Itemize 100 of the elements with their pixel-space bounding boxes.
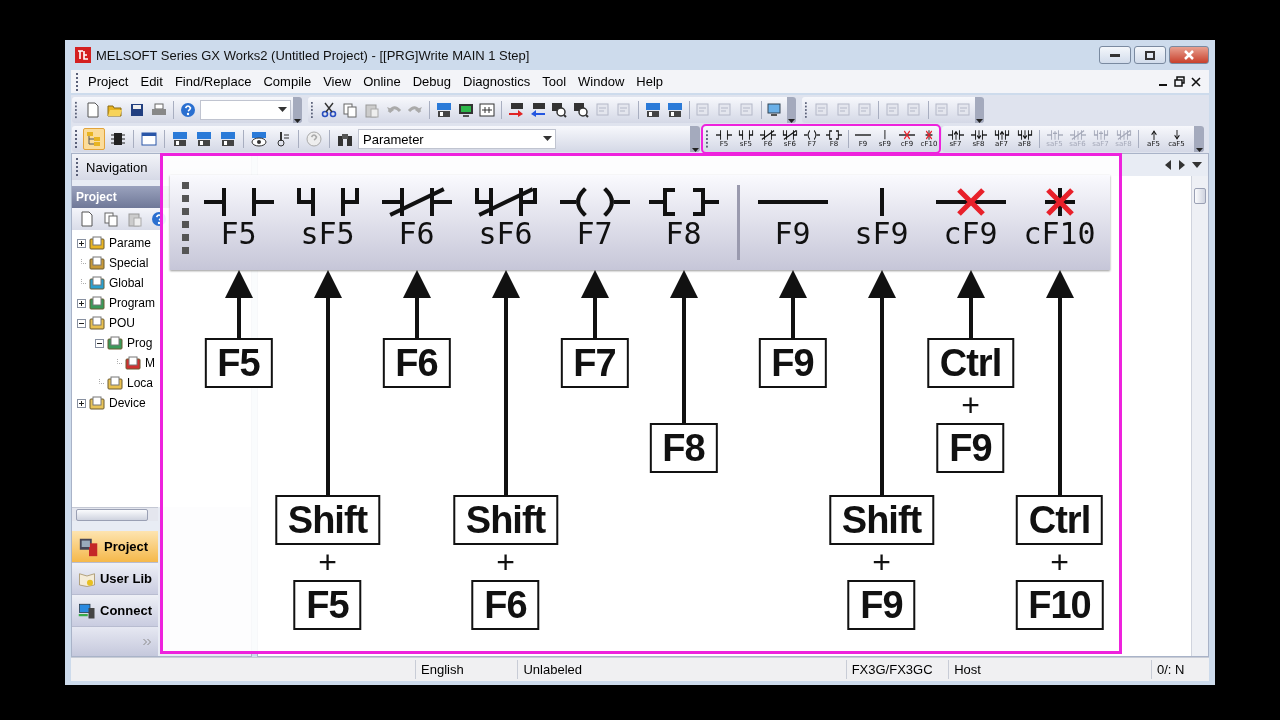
- tree-item[interactable]: Device: [108, 396, 147, 410]
- window-icon[interactable]: [141, 131, 157, 147]
- branch-up-icon: [993, 130, 1010, 140]
- restore-icon[interactable]: [1174, 76, 1185, 87]
- key-cap: F5: [293, 580, 362, 630]
- magnifier-icon[interactable]: [551, 102, 568, 118]
- new-file-icon[interactable]: [84, 102, 101, 118]
- key-cap: F9: [758, 338, 827, 388]
- tree-item[interactable]: Special: [108, 256, 150, 270]
- toolbar-grip[interactable]: [75, 129, 78, 149]
- device-icon[interactable]: [220, 131, 236, 147]
- tree-item[interactable]: Parame: [108, 236, 153, 250]
- minimize-button[interactable]: [1099, 46, 1131, 64]
- overflow-button[interactable]: [787, 97, 797, 123]
- menu-item[interactable]: Window: [572, 72, 631, 91]
- tree-item[interactable]: Program: [108, 296, 156, 310]
- monitor-icon[interactable]: [767, 102, 784, 118]
- overflow-button[interactable]: [292, 97, 302, 123]
- expand-icon[interactable]: [77, 398, 86, 408]
- minimize-icon[interactable]: [1110, 53, 1120, 57]
- menu-item[interactable]: Debug: [406, 72, 457, 91]
- monitor-icon[interactable]: [457, 102, 474, 118]
- dropdown-field[interactable]: [199, 100, 291, 120]
- view-button[interactable]: Connect: [72, 595, 158, 627]
- shortcut-label: F9: [774, 217, 811, 251]
- collapse-icon[interactable]: [95, 338, 104, 348]
- dropdown-arrow-icon[interactable]: [277, 107, 287, 113]
- tree-item[interactable]: Loca: [126, 376, 155, 390]
- chip-icon[interactable]: [110, 131, 126, 147]
- view-button[interactable]: Project: [72, 531, 158, 563]
- expand-icon[interactable]: [77, 298, 86, 308]
- scrollbar[interactable]: [1191, 176, 1208, 656]
- key-cap: F9: [936, 423, 1005, 473]
- tree-item[interactable]: Prog: [126, 336, 154, 350]
- menu-item[interactable]: Project: [82, 72, 135, 91]
- branch-up-icon: [1115, 130, 1132, 140]
- device-icon[interactable]: [435, 102, 452, 118]
- view-button[interactable]: User Lib: [72, 563, 158, 595]
- overflow-button[interactable]: [1194, 126, 1204, 152]
- eye-icon[interactable]: [251, 131, 267, 147]
- scroll-left-icon[interactable]: [1164, 160, 1172, 170]
- tree-item[interactable]: M: [144, 356, 156, 370]
- shortcut-label: sF6: [478, 217, 533, 251]
- help-icon[interactable]: [179, 102, 196, 118]
- maximize-icon[interactable]: [1145, 50, 1155, 60]
- magnifier-icon[interactable]: [573, 102, 589, 118]
- tree-node-icon: [107, 375, 123, 391]
- toolbar-grip[interactable]: [75, 100, 78, 120]
- probe-icon[interactable]: [275, 131, 291, 147]
- shortcut-label: F7: [576, 217, 613, 251]
- menu-item[interactable]: Tool: [536, 72, 573, 91]
- printer-icon[interactable]: [150, 102, 167, 118]
- maximize-button[interactable]: [1134, 46, 1166, 64]
- overflow-icon[interactable]: [976, 119, 984, 123]
- menu-item[interactable]: View: [317, 72, 358, 91]
- plus-sign: +: [872, 545, 891, 580]
- binoculars-icon[interactable]: [337, 131, 353, 147]
- menu-item[interactable]: Edit: [134, 72, 169, 91]
- device-icon[interactable]: [645, 102, 661, 118]
- overflow-button[interactable]: [975, 97, 985, 123]
- tree-item[interactable]: POU: [108, 316, 136, 330]
- tree-node-icon: [89, 315, 105, 331]
- device-icon[interactable]: [172, 131, 188, 147]
- copy-icon[interactable]: [103, 211, 119, 227]
- scroll-right-icon[interactable]: [1178, 160, 1186, 170]
- ladder-icon[interactable]: [479, 102, 496, 118]
- menu-item[interactable]: Online: [357, 72, 407, 91]
- menu-item[interactable]: Compile: [257, 72, 318, 91]
- overflow-icon[interactable]: [294, 119, 301, 123]
- closed-branch-icon: [781, 130, 798, 140]
- toolbar-grip[interactable]: [76, 157, 79, 177]
- toolbar-grip[interactable]: [76, 71, 79, 92]
- right-arrow-icon[interactable]: [507, 102, 524, 118]
- overflow-icon[interactable]: [788, 119, 796, 123]
- dropdown-arrow-icon[interactable]: [543, 136, 552, 142]
- close-button[interactable]: [1169, 46, 1209, 64]
- scissors-icon[interactable]: [320, 102, 337, 118]
- menu-item[interactable]: Find/Replace: [168, 72, 258, 91]
- device-combo[interactable]: Parameter: [358, 129, 556, 149]
- open-folder-icon[interactable]: [106, 102, 123, 118]
- menu-item[interactable]: Help: [630, 72, 670, 91]
- shortcut-label: F5: [220, 217, 257, 251]
- collapse-icon[interactable]: [77, 318, 86, 328]
- copy-icon[interactable]: [342, 102, 359, 118]
- toolbar-grip[interactable]: [805, 100, 808, 120]
- device-icon[interactable]: [666, 102, 683, 118]
- menu-item[interactable]: Diagnostics: [457, 72, 537, 91]
- scrollbar[interactable]: [72, 507, 158, 521]
- new-file-icon[interactable]: [79, 211, 95, 227]
- toolbar-grip[interactable]: [706, 129, 709, 149]
- close-icon[interactable]: [1191, 76, 1201, 87]
- tree-item[interactable]: Global: [108, 276, 145, 290]
- dropdown-arrow-icon[interactable]: [1192, 161, 1202, 169]
- left-arrow-icon[interactable]: [529, 102, 546, 118]
- shortcut-label: F8: [665, 217, 702, 251]
- device-icon[interactable]: [196, 131, 212, 147]
- save-icon[interactable]: [128, 102, 145, 118]
- toolbar-grip[interactable]: [311, 100, 314, 120]
- expand-icon[interactable]: [77, 238, 86, 248]
- overflow-button[interactable]: [690, 126, 700, 152]
